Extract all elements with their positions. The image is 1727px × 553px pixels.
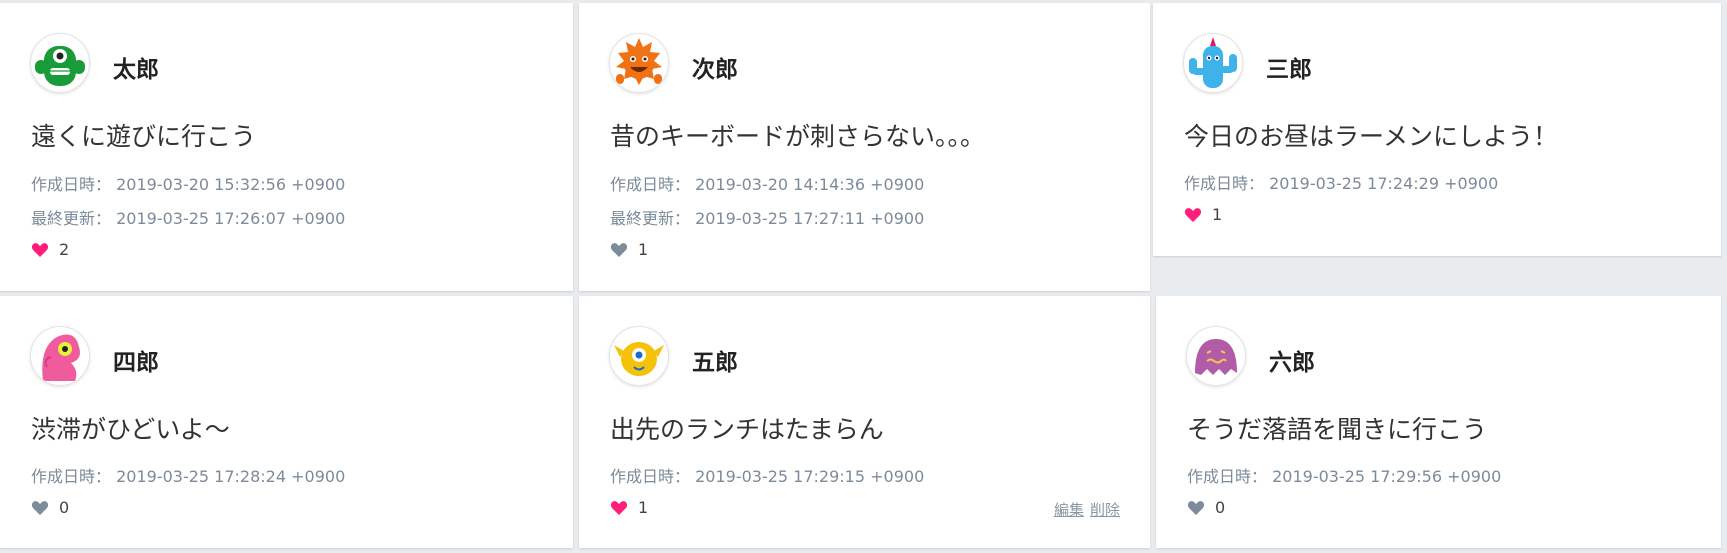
heart-icon (610, 500, 628, 515)
like-count: 1 (1212, 205, 1223, 224)
orange-spiky-monster-icon[interactable] (609, 33, 669, 93)
delete-link[interactable]: 削除 (1090, 501, 1120, 519)
created-at: 作成日時： 2019-03-20 14:14:36 +0900 (610, 175, 925, 194)
post-card: 四郎 渋滞がひどいよ～ 作成日時： 2019-03-25 17:28:24 +0… (0, 296, 573, 548)
heart-icon (31, 242, 49, 257)
like-count: 0 (1215, 498, 1226, 517)
post-body: 遠くに遊びに行こう (31, 122, 257, 151)
author-name: 四郎 (113, 350, 159, 376)
post-body: 出先のランチはたまらん (610, 415, 884, 444)
post-card: 五郎 出先のランチはたまらん 作成日時： 2019-03-25 17:29:15… (579, 296, 1150, 548)
yellow-one-eyed-monster-icon[interactable] (609, 326, 669, 386)
created-at: 作成日時： 2019-03-20 15:32:56 +0900 (31, 175, 346, 194)
pink-monster-icon[interactable] (30, 326, 90, 386)
edit-link[interactable]: 編集 (1054, 501, 1084, 519)
like-button[interactable]: 1 (1184, 205, 1222, 224)
post-actions: 編集 削除 (1048, 499, 1120, 520)
like-count: 2 (59, 240, 70, 259)
blue-cactus-monster-icon[interactable] (1183, 33, 1243, 93)
created-at: 作成日時： 2019-03-25 17:29:15 +0900 (610, 467, 925, 486)
created-at: 作成日時： 2019-03-25 17:24:29 +0900 (1184, 174, 1499, 193)
post-body: 渋滞がひどいよ～ (31, 415, 230, 444)
post-body: 昔のキーボードが刺さらない。。。 (610, 122, 986, 151)
author-name: 太郎 (113, 57, 159, 83)
updated-at: 最終更新： 2019-03-25 17:27:11 +0900 (610, 209, 925, 228)
like-count: 1 (638, 240, 649, 259)
like-button[interactable]: 0 (31, 498, 69, 517)
post-card: 六郎 そうだ落語を聞きに行こう 作成日時： 2019-03-25 17:29:5… (1156, 296, 1721, 548)
post-body: 今日のお昼はラーメンにしよう！ (1184, 122, 1559, 151)
like-button[interactable]: 1 (610, 498, 648, 517)
updated-at: 最終更新： 2019-03-25 17:26:07 +0900 (31, 209, 346, 228)
heart-icon (1184, 207, 1202, 222)
created-at: 作成日時： 2019-03-25 17:28:24 +0900 (31, 467, 346, 486)
post-card: 太郎 遠くに遊びに行こう 作成日時： 2019-03-20 15:32:56 +… (0, 3, 573, 291)
heart-icon (1187, 500, 1205, 515)
like-button[interactable]: 1 (610, 240, 648, 259)
like-count: 0 (59, 498, 70, 517)
like-count: 1 (638, 498, 649, 517)
author-name: 次郎 (692, 57, 738, 83)
purple-ghost-monster-icon[interactable] (1186, 326, 1246, 386)
like-button[interactable]: 2 (31, 240, 69, 259)
author-name: 六郎 (1269, 350, 1315, 376)
heart-icon (610, 242, 628, 257)
author-name: 三郎 (1266, 57, 1312, 83)
post-body: そうだ落語を聞きに行こう (1187, 415, 1488, 444)
author-name: 五郎 (692, 350, 738, 376)
post-card: 三郎 今日のお昼はラーメンにしよう！ 作成日時： 2019-03-25 17:2… (1153, 3, 1721, 256)
heart-icon (31, 500, 49, 515)
green-monster-icon[interactable] (30, 33, 90, 93)
created-at: 作成日時： 2019-03-25 17:29:56 +0900 (1187, 467, 1502, 486)
post-card: 次郎 昔のキーボードが刺さらない。。。 作成日時： 2019-03-20 14:… (579, 3, 1150, 291)
like-button[interactable]: 0 (1187, 498, 1225, 517)
